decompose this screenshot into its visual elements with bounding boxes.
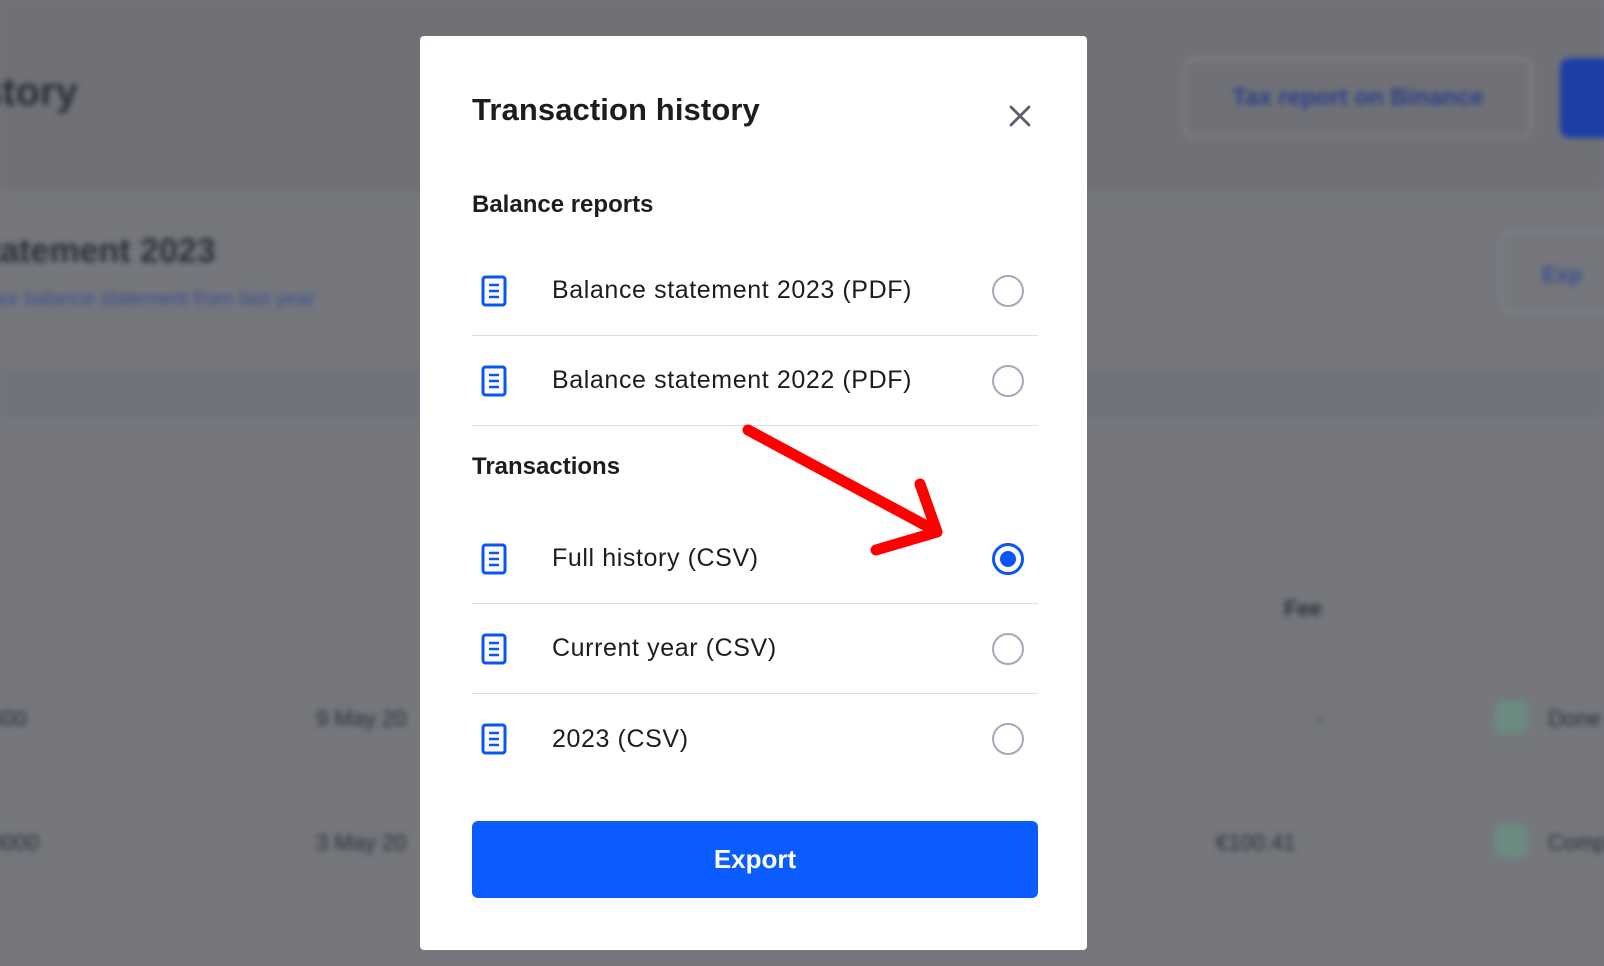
option-label: Balance statement 2022 (PDF) <box>552 366 913 394</box>
background-statement-title: statement 2023 <box>0 232 216 270</box>
radio-selected-dot <box>1000 550 1016 567</box>
transaction-history-modal: Transaction history Balance reports Bala… <box>420 36 1087 950</box>
option-2023-csv[interactable]: 2023 (CSV) <box>472 694 1038 784</box>
option-label: Full history (CSV) <box>552 544 759 572</box>
document-icon <box>480 275 508 307</box>
background-table-header-fee: Fee <box>1284 596 1322 621</box>
document-icon <box>480 365 508 397</box>
section-title-balance-reports: Balance reports <box>472 191 654 218</box>
background-row-fee: €100.41 <box>1216 830 1296 855</box>
background-page-title: History <box>0 70 78 114</box>
option-full-history[interactable]: Full history (CSV) <box>472 514 1038 604</box>
radio-button[interactable] <box>992 632 1024 665</box>
document-icon <box>480 633 508 665</box>
background-row-status: Comp <box>1548 830 1604 855</box>
close-icon <box>1009 105 1031 127</box>
background-row-id: 400 <box>0 706 27 731</box>
option-label: Balance statement 2023 (PDF) <box>552 276 913 304</box>
radio-button-selected[interactable] <box>992 542 1024 575</box>
radio-button[interactable] <box>992 274 1024 307</box>
option-label: 2023 (CSV) <box>552 724 689 753</box>
option-current-year[interactable]: Current year (CSV) <box>472 604 1038 694</box>
option-label: Current year (CSV) <box>552 634 777 662</box>
option-balance-statement-2023[interactable]: Balance statement 2023 (PDF) <box>472 246 1038 336</box>
background-statement-subtitle: your balance statement from last year <box>0 288 315 310</box>
radio-button[interactable] <box>992 723 1024 755</box>
background-row-status: Done <box>1548 706 1601 731</box>
background-tax-report-button: Tax report on Binance <box>1184 58 1532 138</box>
export-button[interactable]: Export <box>472 821 1038 898</box>
modal-title: Transaction history <box>472 92 760 127</box>
close-button[interactable] <box>1002 98 1038 134</box>
section-title-transactions: Transactions <box>472 453 621 480</box>
background-row-id: 0000 <box>0 830 39 855</box>
document-icon <box>480 543 508 575</box>
radio-button[interactable] <box>992 364 1024 397</box>
background-row-fee: - <box>1316 706 1324 731</box>
background-status-dot <box>1494 700 1528 734</box>
option-balance-statement-2022[interactable]: Balance statement 2022 (PDF) <box>472 336 1038 426</box>
background-row-date: 3 May 20 <box>316 830 407 855</box>
document-icon <box>480 723 508 755</box>
background-primary-button <box>1560 58 1604 138</box>
background-export-card: Exp <box>1500 232 1604 312</box>
background-row-date: 9 May 20 <box>316 706 407 731</box>
background-status-dot <box>1494 824 1528 858</box>
